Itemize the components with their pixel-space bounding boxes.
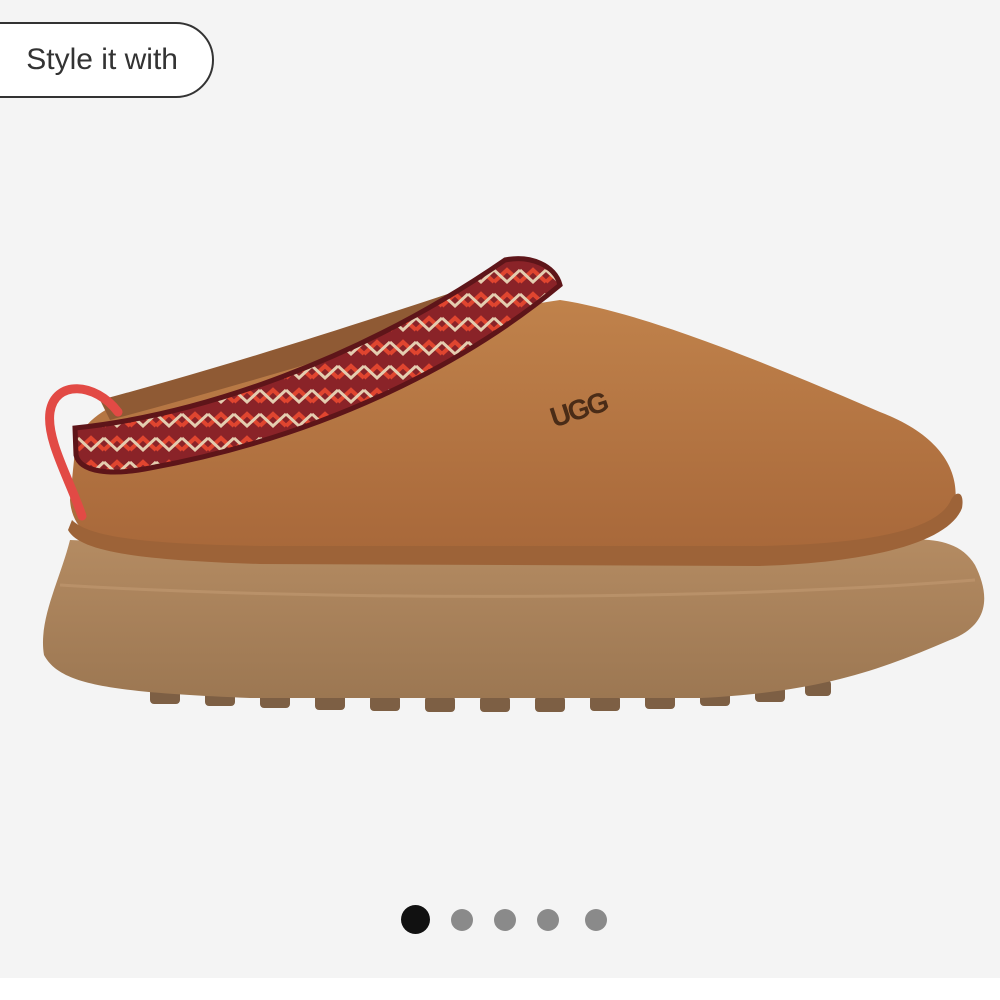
carousel-dot-5[interactable] — [585, 909, 607, 931]
bottom-spacer — [0, 978, 1000, 1000]
product-gallery: Style it with UGG — [0, 0, 1000, 978]
carousel-dot-1[interactable] — [401, 905, 430, 934]
product-image[interactable]: UGG — [0, 240, 1000, 730]
style-it-with-label: Style it with — [26, 43, 178, 76]
style-it-with-button[interactable]: Style it with — [0, 22, 214, 98]
carousel-dot-2[interactable] — [451, 909, 473, 931]
carousel-dot-3[interactable] — [494, 909, 516, 931]
carousel-indicators — [0, 905, 1000, 935]
carousel-dot-4[interactable] — [537, 909, 559, 931]
